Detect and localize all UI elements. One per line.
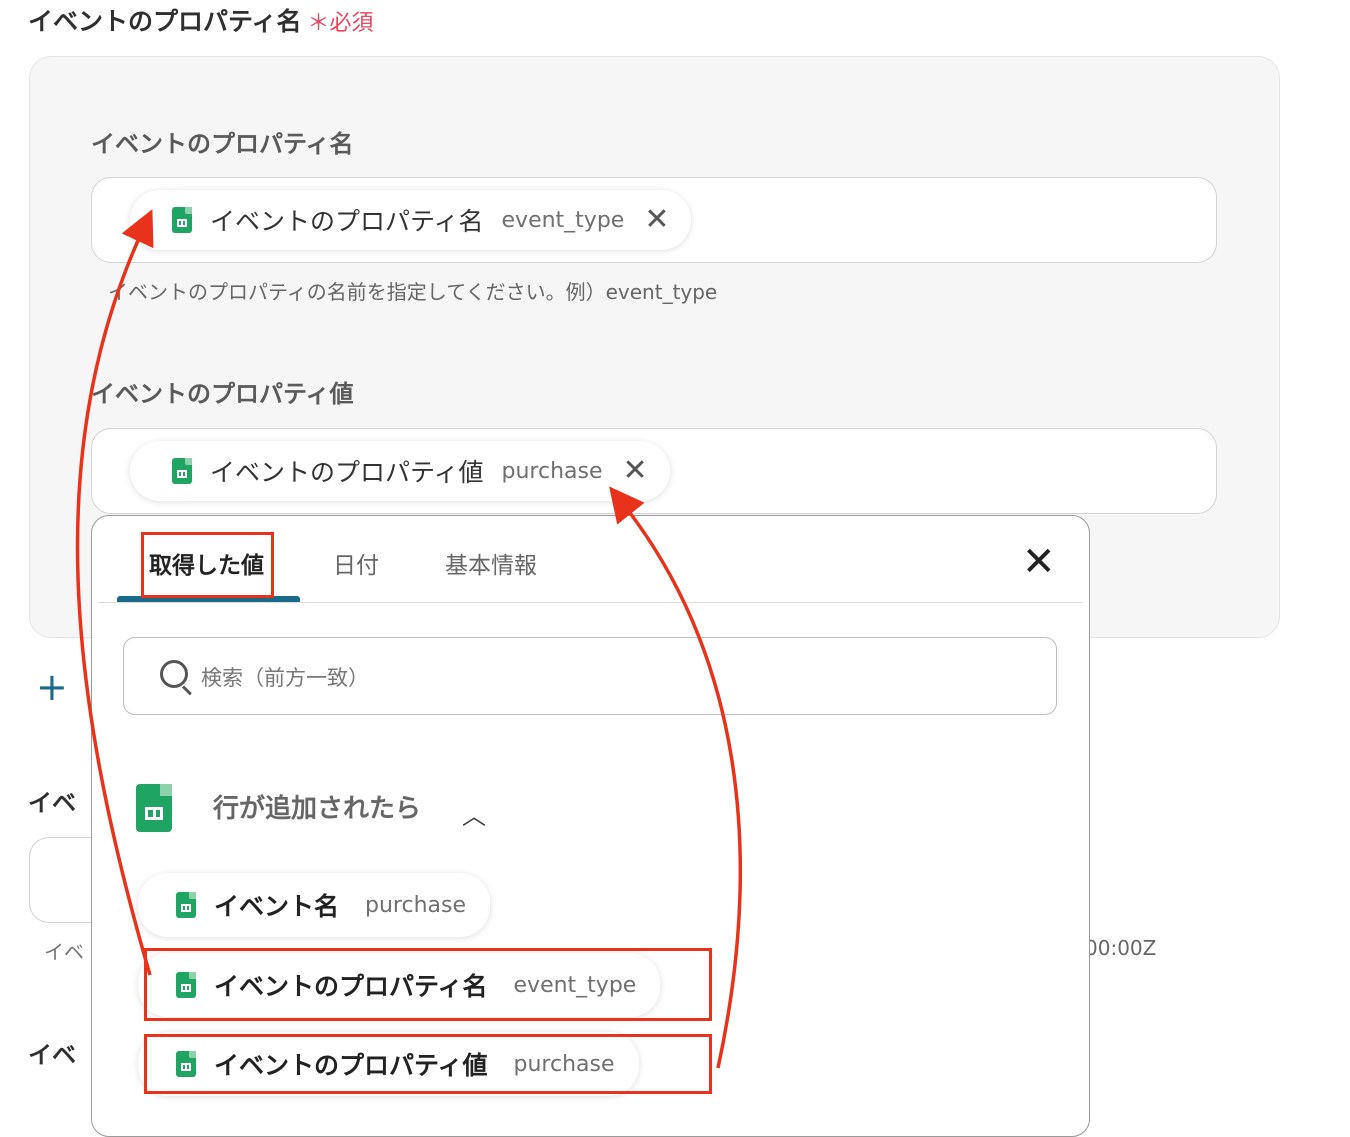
- google-sheets-icon: [136, 784, 172, 832]
- property-value-field[interactable]: イベントのプロパティ値 purchase ✕: [91, 428, 1217, 514]
- chip-label: イベントのプロパティ値: [210, 458, 484, 487]
- section-title-text: イベントのプロパティ名: [28, 7, 302, 36]
- chip-label: イベントのプロパティ名: [210, 207, 484, 236]
- google-sheets-icon: [172, 207, 192, 233]
- list-item[interactable]: イベント名 purchase: [138, 873, 491, 937]
- next-field-label-2: イベ: [28, 1041, 76, 1069]
- property-name-label: イベントのプロパティ名: [91, 130, 354, 158]
- property-value-label: イベントのプロパティ値: [91, 380, 354, 408]
- search-input[interactable]: 検索（前方一致）: [123, 637, 1057, 715]
- chip-value: purchase: [501, 458, 603, 484]
- tab-basic-info[interactable]: 基本情報: [445, 546, 537, 580]
- next-field-label: イベ: [28, 789, 76, 817]
- next-field-hint-tail: 00:00Z: [1085, 936, 1157, 960]
- close-icon[interactable]: ✕: [1022, 542, 1056, 582]
- tab-date[interactable]: 日付: [333, 546, 379, 580]
- item-value: purchase: [365, 892, 467, 918]
- property-name-field[interactable]: イベントのプロパティ名 event_type ✕: [91, 177, 1217, 263]
- close-icon[interactable]: ✕: [623, 456, 648, 486]
- search-placeholder: 検索（前方一致）: [201, 666, 369, 690]
- highlight-box: [144, 1034, 712, 1094]
- plus-icon[interactable]: +: [36, 668, 68, 706]
- property-value-chip[interactable]: イベントのプロパティ値 purchase ✕: [130, 441, 670, 501]
- highlight-box: [144, 948, 712, 1021]
- chip-value: event_type: [501, 207, 625, 233]
- required-badge: ＊必須: [307, 11, 374, 36]
- tab-divider: [98, 602, 1083, 603]
- next-field-hint: イベ: [44, 940, 84, 964]
- property-name-chip[interactable]: イベントのプロパティ名 event_type ✕: [130, 190, 692, 250]
- google-sheets-icon: [176, 892, 196, 918]
- close-icon[interactable]: ✕: [644, 205, 669, 235]
- section-title: イベントのプロパティ名 ＊必須: [28, 2, 374, 38]
- chevron-up-icon[interactable]: ︿: [462, 796, 486, 831]
- property-name-hint: イベントのプロパティの名前を指定してください。例）event_type: [108, 280, 718, 304]
- highlight-box: [141, 532, 274, 598]
- trigger-label[interactable]: 行が追加されたら: [213, 788, 421, 825]
- google-sheets-icon: [172, 458, 192, 484]
- search-icon: [160, 660, 188, 688]
- item-label: イベント名: [214, 892, 340, 921]
